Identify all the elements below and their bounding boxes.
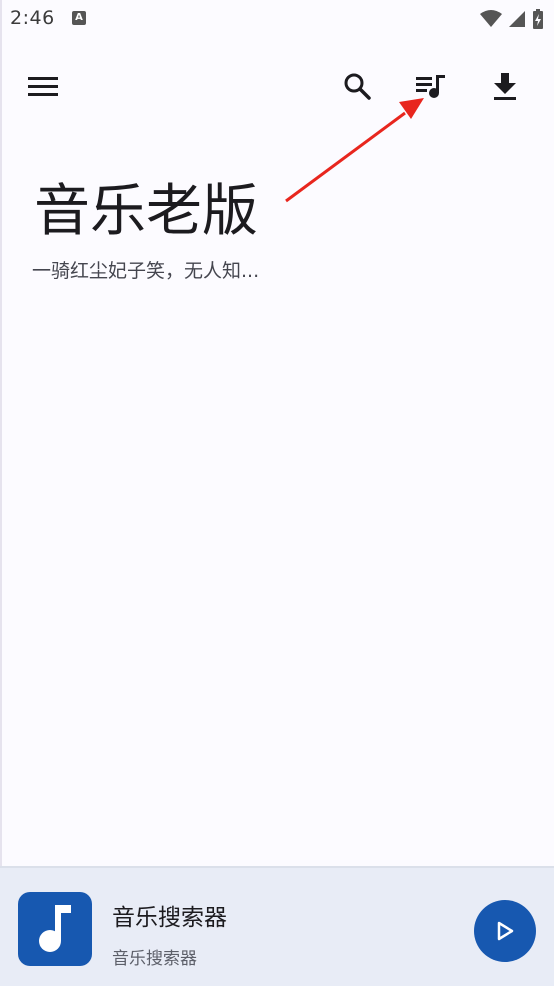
top-app-bar — [0, 56, 554, 116]
album-art — [18, 892, 92, 966]
music-note-icon — [39, 905, 71, 952]
search-button[interactable] — [329, 56, 385, 116]
search-icon — [344, 73, 371, 100]
battery-charging-icon — [533, 9, 543, 29]
playlist-button[interactable] — [403, 56, 459, 116]
download-icon — [494, 73, 516, 100]
wifi-icon — [480, 10, 502, 27]
play-button[interactable] — [474, 900, 536, 962]
player-title: 音乐搜索器 — [112, 905, 227, 931]
app-notification-icon: A — [72, 11, 86, 25]
menu-icon — [28, 77, 58, 96]
page-subtitle: 一骑红尘妃子笑，无人知... — [32, 260, 260, 282]
page-title: 音乐老版 — [34, 179, 258, 244]
mini-player[interactable]: 音乐搜索器 音乐搜索器 — [0, 866, 554, 986]
download-button[interactable] — [477, 56, 533, 116]
menu-button[interactable] — [15, 56, 71, 116]
status-icons — [480, 8, 544, 30]
annotation-arrow — [285, 98, 424, 203]
left-edge-divider — [0, 0, 2, 984]
player-subtitle: 音乐搜索器 — [112, 949, 197, 969]
status-time: 2:46 — [10, 7, 55, 29]
signal-icon — [509, 11, 525, 27]
queue-music-icon — [416, 75, 445, 98]
play-icon — [497, 921, 514, 941]
status-bar: 2:46 A — [0, 0, 554, 40]
